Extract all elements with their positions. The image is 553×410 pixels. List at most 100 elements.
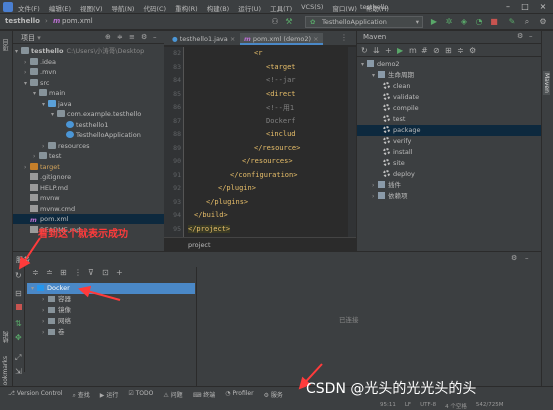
settings-icon[interactable]: ⚙ <box>538 17 548 27</box>
maven-tree-row[interactable]: verify <box>357 136 541 147</box>
tool-tab-0[interactable]: ⎇ Version Control <box>8 390 63 400</box>
tree-row[interactable]: HELP.md <box>13 183 164 193</box>
menu-item[interactable]: 运行(U) <box>238 3 261 13</box>
skip-tests-icon[interactable]: ⊘ <box>433 46 440 55</box>
tabs-menu-icon[interactable]: ⋮ <box>340 33 348 42</box>
translate-icon[interactable]: ✎ <box>507 17 517 27</box>
tree-row[interactable]: testhello1 <box>13 120 164 130</box>
close-icon[interactable]: × <box>538 2 548 12</box>
service-tree-row[interactable]: › 镜像 <box>27 305 195 316</box>
search-icon[interactable]: ⌕ <box>522 17 532 27</box>
coverage-icon[interactable]: ◈ <box>459 17 469 27</box>
service-tree-row[interactable]: ▾ Docker <box>27 283 195 294</box>
run-goal-icon[interactable]: ▶ <box>397 46 403 55</box>
maven-tree-row[interactable]: › 依赖项 <box>357 191 541 202</box>
tree-row[interactable]: ▾ com.example.testhello <box>13 109 164 119</box>
maven-tree-row[interactable]: clean <box>357 81 541 92</box>
services-hide-icon[interactable]: – <box>525 254 529 262</box>
service-tree-row[interactable]: › 网络 <box>27 316 195 327</box>
tab-testhello1[interactable]: ● testhello1.java × <box>168 33 239 45</box>
tree-icon[interactable]: ⋮ <box>74 268 82 277</box>
collapse-all-icon[interactable]: ≐ <box>46 268 53 277</box>
tree-row[interactable]: .gitignore <box>13 172 164 182</box>
debug-icon[interactable]: ✲ <box>444 17 454 27</box>
tree-row[interactable]: TesthelloApplication <box>13 130 164 140</box>
generate-icon[interactable]: ⇊ <box>373 46 380 55</box>
tree-row[interactable]: ▾ testhello C:\Users\小涛哥\Desktop <box>13 46 164 56</box>
reload-icon[interactable]: ↻ <box>361 46 368 55</box>
toggle-icon[interactable]: ⊟ <box>15 289 22 298</box>
menu-item[interactable]: 文件(F) <box>18 3 40 13</box>
breadcrumb-project[interactable]: testhello <box>5 17 40 25</box>
menu-item[interactable]: 工具(T) <box>270 3 292 13</box>
maven-tool-settings-icon[interactable]: ⚙ <box>469 46 476 55</box>
tree-row[interactable]: ▾ java <box>13 99 164 109</box>
services-settings-icon[interactable]: ⚙ <box>511 254 517 262</box>
maven-hide-icon[interactable]: – <box>529 32 533 40</box>
tool-tab-3[interactable]: ☑ TODO <box>128 390 153 400</box>
status-value[interactable]: UTF-8 <box>420 402 436 410</box>
toggle-offline-icon[interactable]: # <box>421 46 428 55</box>
breadcrumb-file[interactable]: pom.xml <box>62 17 93 25</box>
tool-tab-1[interactable]: ⌕ 查找 <box>73 390 90 400</box>
panel-settings-icon[interactable]: ⚙ <box>141 33 147 41</box>
hide-panel-icon[interactable]: – <box>153 33 157 41</box>
locate-icon[interactable]: ⊕ <box>105 33 111 41</box>
tab-close-icon[interactable]: × <box>313 35 318 43</box>
tree-row[interactable]: › .mvn <box>13 67 164 77</box>
project-tool-tab[interactable]: 项目 <box>2 39 11 51</box>
service-tree-row[interactable]: › 卷 <box>27 327 195 338</box>
maven-tree-row[interactable]: ▾ demo2 <box>357 59 541 70</box>
maven-tree-row[interactable]: deploy <box>357 169 541 180</box>
tree-row[interactable]: m pom.xml <box>13 214 164 224</box>
user-icon[interactable]: ⚇ <box>270 17 280 27</box>
connect-icon[interactable]: ✥ <box>15 333 22 342</box>
tree-row[interactable]: › .idea <box>13 57 164 67</box>
tool-tab-6[interactable]: ◔ Profiler <box>225 390 253 400</box>
maximize-icon[interactable]: □ <box>520 2 530 12</box>
add-service-icon[interactable]: + <box>116 268 123 277</box>
collapse-icon[interactable]: ≑ <box>457 46 464 55</box>
minimize-icon[interactable]: – <box>503 2 513 12</box>
menu-item[interactable]: 构建(B) <box>207 3 230 13</box>
tool-tab-5[interactable]: ⌨ 终端 <box>193 390 216 400</box>
tab-pom-xml[interactable]: m pom.xml (demo2) × <box>240 33 323 45</box>
menu-item[interactable]: 窗口(W) <box>332 3 357 13</box>
add-icon[interactable]: + <box>385 46 392 55</box>
tree-row[interactable]: › resources <box>13 141 164 151</box>
filter-icon[interactable]: ⊽ <box>88 268 94 277</box>
run-configuration-select[interactable]: ✿ TesthelloApplication ▾ <box>305 16 423 28</box>
maven-tree-row[interactable]: ▾ 生命周期 <box>357 70 541 81</box>
hammer-icon[interactable]: ⚒ <box>284 17 294 27</box>
refresh-icon[interactable]: ↻ <box>15 271 22 280</box>
expand-all-icon[interactable]: ≡ <box>129 33 135 41</box>
expand-panel-icon[interactable]: ⤢ <box>15 353 21 363</box>
maven-settings-icon[interactable]: ⚙ <box>517 32 523 40</box>
editor-scrollbar[interactable] <box>348 47 356 237</box>
status-value[interactable]: 542/725M <box>476 402 504 410</box>
maven-tree-row[interactable]: install <box>357 147 541 158</box>
tool-tab-2[interactable]: ▶ 运行 <box>100 390 119 400</box>
tool-tab-4[interactable]: ⚠ 问题 <box>163 390 182 400</box>
maven-tree-row[interactable]: package <box>357 125 541 136</box>
maven-tree-row[interactable]: test <box>357 114 541 125</box>
tree-row[interactable]: mvnw <box>13 193 164 203</box>
structure-tool-tab[interactable]: 结构 <box>2 331 11 343</box>
menu-item[interactable]: 代码(C) <box>143 3 166 13</box>
tab-close-icon[interactable]: × <box>230 35 235 43</box>
execute-icon[interactable]: m <box>409 46 417 55</box>
tool-tab-7[interactable]: ⚙ 服务 <box>264 390 283 400</box>
menu-item[interactable]: 导航(N) <box>112 3 135 13</box>
deploy-icon[interactable]: ⇅ <box>15 319 22 328</box>
group-icon[interactable]: ⊞ <box>60 268 67 277</box>
bookmarks-tool-tab[interactable]: Bookmarks <box>2 356 9 390</box>
pin-icon[interactable]: ⇲ <box>15 367 22 376</box>
stop-icon[interactable]: ■ <box>489 17 499 27</box>
menu-item[interactable]: 编辑(E) <box>49 3 71 13</box>
profile-icon[interactable]: ◔ <box>474 17 484 27</box>
maven-tool-tab[interactable]: Maven <box>543 71 550 95</box>
menu-item[interactable]: 重构(R) <box>175 3 198 13</box>
tree-row[interactable]: › target <box>13 162 164 172</box>
run-icon[interactable]: ▶ <box>429 17 439 27</box>
maven-tree-row[interactable]: compile <box>357 103 541 114</box>
